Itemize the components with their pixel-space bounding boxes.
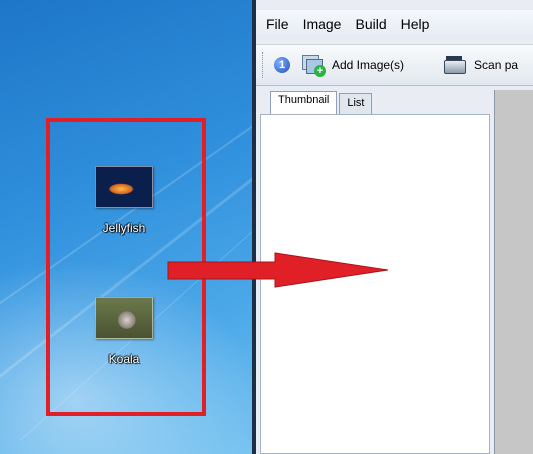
drag-arrow	[167, 252, 389, 288]
